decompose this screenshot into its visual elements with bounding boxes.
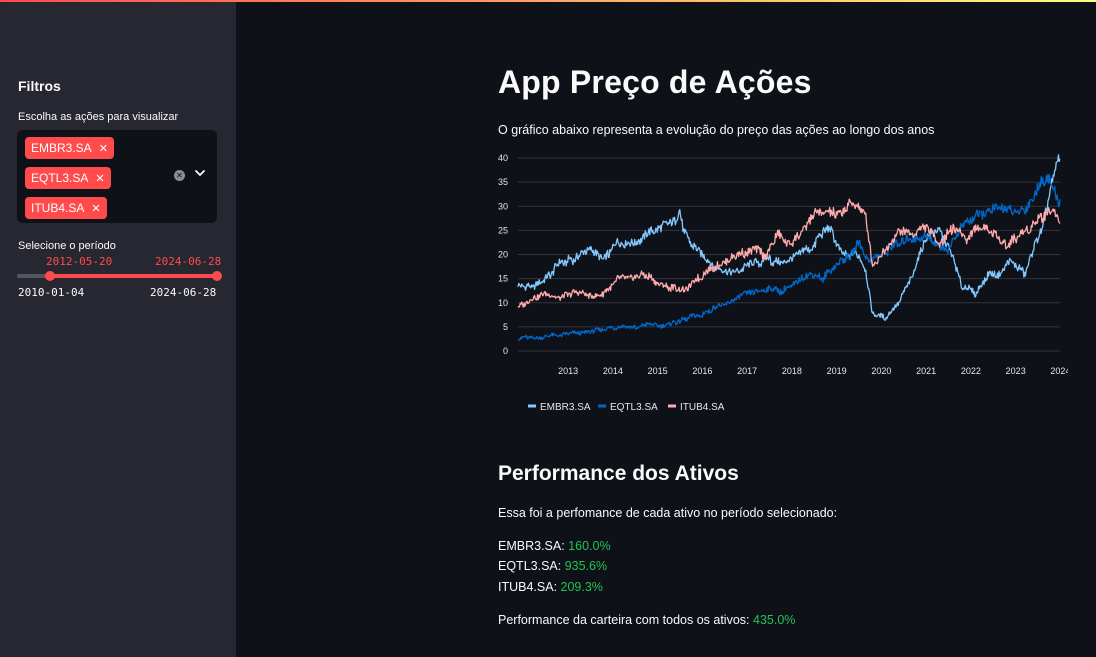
portfolio-value: 435.0% xyxy=(753,613,796,627)
period-slider-label: Selecione o período xyxy=(18,240,116,252)
clear-all-icon[interactable]: ✕ xyxy=(174,170,185,181)
slider-start-value: 2012-05-20 xyxy=(46,255,113,268)
stock-tag-label: EMBR3.SA xyxy=(31,141,92,155)
x-tick-label: 2016 xyxy=(692,366,712,376)
slider-start-handle[interactable] xyxy=(45,271,55,281)
performance-row-embr3: EMBR3.SA: 160.0% xyxy=(498,539,611,553)
y-tick-label: 35 xyxy=(498,177,508,187)
x-tick-label: 2017 xyxy=(737,366,757,376)
x-tick-label: 2021 xyxy=(916,366,936,376)
performance-ticker: EMBR3.SA: xyxy=(498,539,565,553)
performance-value: 935.6% xyxy=(564,559,608,573)
x-tick-label: 2022 xyxy=(961,366,981,376)
chart-description: O gráfico abaixo representa a evolução d… xyxy=(498,123,935,137)
portfolio-label: Performance da carteira com todos os ati… xyxy=(498,613,750,627)
y-tick-label: 5 xyxy=(503,322,508,332)
x-tick-label: 2013 xyxy=(558,366,578,376)
stock-tag-itub4: ITUB4.SA ✕ xyxy=(25,197,107,219)
y-tick-label: 30 xyxy=(498,201,508,211)
x-tick-label: 2014 xyxy=(603,366,623,376)
performance-value: 209.3% xyxy=(560,580,603,594)
period-slider[interactable] xyxy=(17,271,222,281)
x-tick-label: 2018 xyxy=(782,366,802,376)
legend-label: ITUB4.SA xyxy=(680,402,725,413)
slider-end-value: 2024-06-28 xyxy=(155,255,222,268)
stock-tag-eqtl3: EQTL3.SA ✕ xyxy=(25,167,111,189)
sidebar-title: Filtros xyxy=(18,78,61,94)
x-tick-label: 2015 xyxy=(648,366,668,376)
performance-title: Performance dos Ativos xyxy=(498,462,739,485)
x-tick-label: 2020 xyxy=(871,366,891,376)
price-line-chart[interactable]: 0 5 10 15 20 25 30 35 40 2013 2014 2015 2016 2017 2018… xyxy=(498,150,1068,425)
y-tick-label: 15 xyxy=(498,274,508,284)
stock-tag-label: EQTL3.SA xyxy=(31,171,89,185)
performance-ticker: ITUB4.SA: xyxy=(498,580,558,594)
remove-tag-icon[interactable]: ✕ xyxy=(95,172,104,185)
performance-ticker: EQTL3.SA: xyxy=(498,559,562,573)
legend-label: EQTL3.SA xyxy=(610,402,658,413)
y-tick-label: 25 xyxy=(498,225,508,235)
stocks-select-label: Escolha as ações para visualizar xyxy=(18,111,179,123)
y-tick-label: 0 xyxy=(503,346,508,356)
legend-label: EMBR3.SA xyxy=(540,402,591,413)
x-tick-label: 2019 xyxy=(827,366,847,376)
x-tick-label: 2023 xyxy=(1006,366,1026,376)
y-tick-label: 10 xyxy=(498,298,508,308)
slider-max-value: 2024-06-28 xyxy=(150,286,217,299)
x-tick-label: 2024 xyxy=(1050,366,1068,376)
performance-row-itub4: ITUB4.SA: 209.3% xyxy=(498,580,603,594)
stocks-multiselect[interactable]: EMBR3.SA ✕ EQTL3.SA ✕ ITUB4.SA ✕ ✕ xyxy=(17,130,217,223)
remove-tag-icon[interactable]: ✕ xyxy=(91,202,100,215)
stock-tag-embr3: EMBR3.SA ✕ xyxy=(25,137,114,159)
page-title: App Preço de Ações xyxy=(498,64,812,100)
slider-selected-range xyxy=(50,274,217,278)
performance-intro: Essa foi a perfomance de cada ativo no p… xyxy=(498,506,838,520)
performance-value: 160.0% xyxy=(568,539,611,553)
portfolio-performance: Performance da carteira com todos os ati… xyxy=(498,613,795,627)
slider-end-handle[interactable] xyxy=(212,271,222,281)
remove-tag-icon[interactable]: ✕ xyxy=(99,142,108,155)
y-tick-label: 20 xyxy=(498,250,508,260)
y-tick-label: 40 xyxy=(498,153,508,163)
stock-tag-label: ITUB4.SA xyxy=(31,201,85,215)
slider-min-value: 2010-01-04 xyxy=(18,286,85,299)
chevron-down-icon[interactable] xyxy=(194,166,206,180)
performance-row-eqtl3: EQTL3.SA: 935.6% xyxy=(498,559,607,573)
sidebar: Filtros Escolha as ações para visualizar… xyxy=(0,2,236,657)
